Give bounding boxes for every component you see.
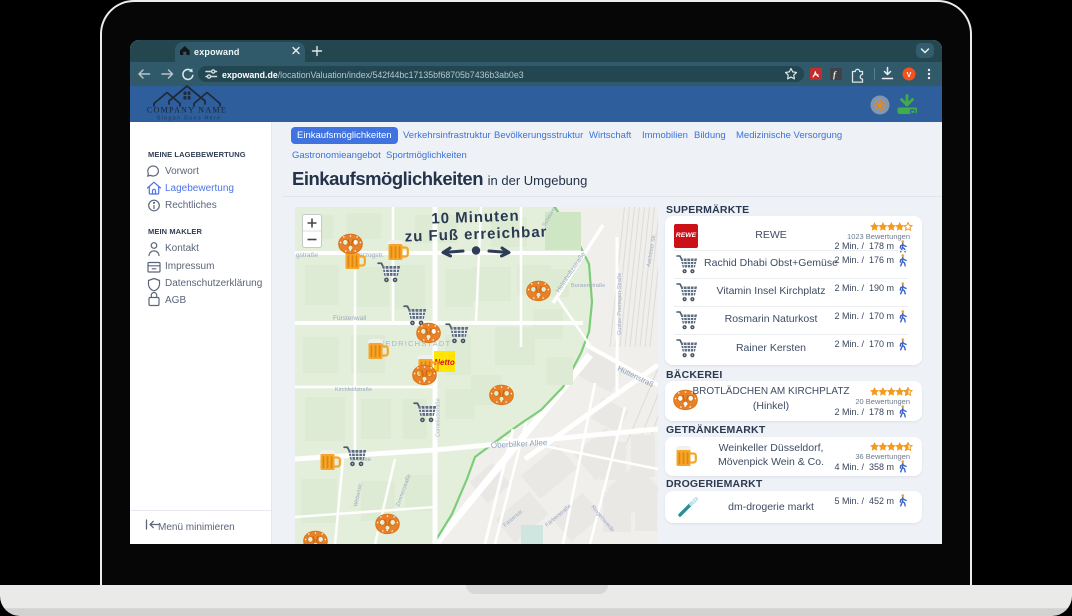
svg-text:IEDRICHSTADT: IEDRICHSTADT xyxy=(382,339,451,348)
svg-text:COMPANY NAME: COMPANY NAME xyxy=(147,106,227,115)
svg-text:gstraße: gstraße xyxy=(296,252,318,259)
svg-text:Fürstenwall: Fürstenwall xyxy=(333,315,367,322)
svg-text:Bunsenstraße: Bunsenstraße xyxy=(571,283,605,289)
svg-text:V: V xyxy=(907,72,912,79)
svg-text:Gustav-Poensgen-Straße: Gustav-Poensgen-Straße xyxy=(617,273,623,335)
svg-text:Slogan Goes Here: Slogan Goes Here xyxy=(157,116,221,122)
svg-text:Corneliusstraße: Corneliusstraße xyxy=(436,398,442,437)
svg-text:Kirchfeldstraße: Kirchfeldstraße xyxy=(335,387,372,393)
